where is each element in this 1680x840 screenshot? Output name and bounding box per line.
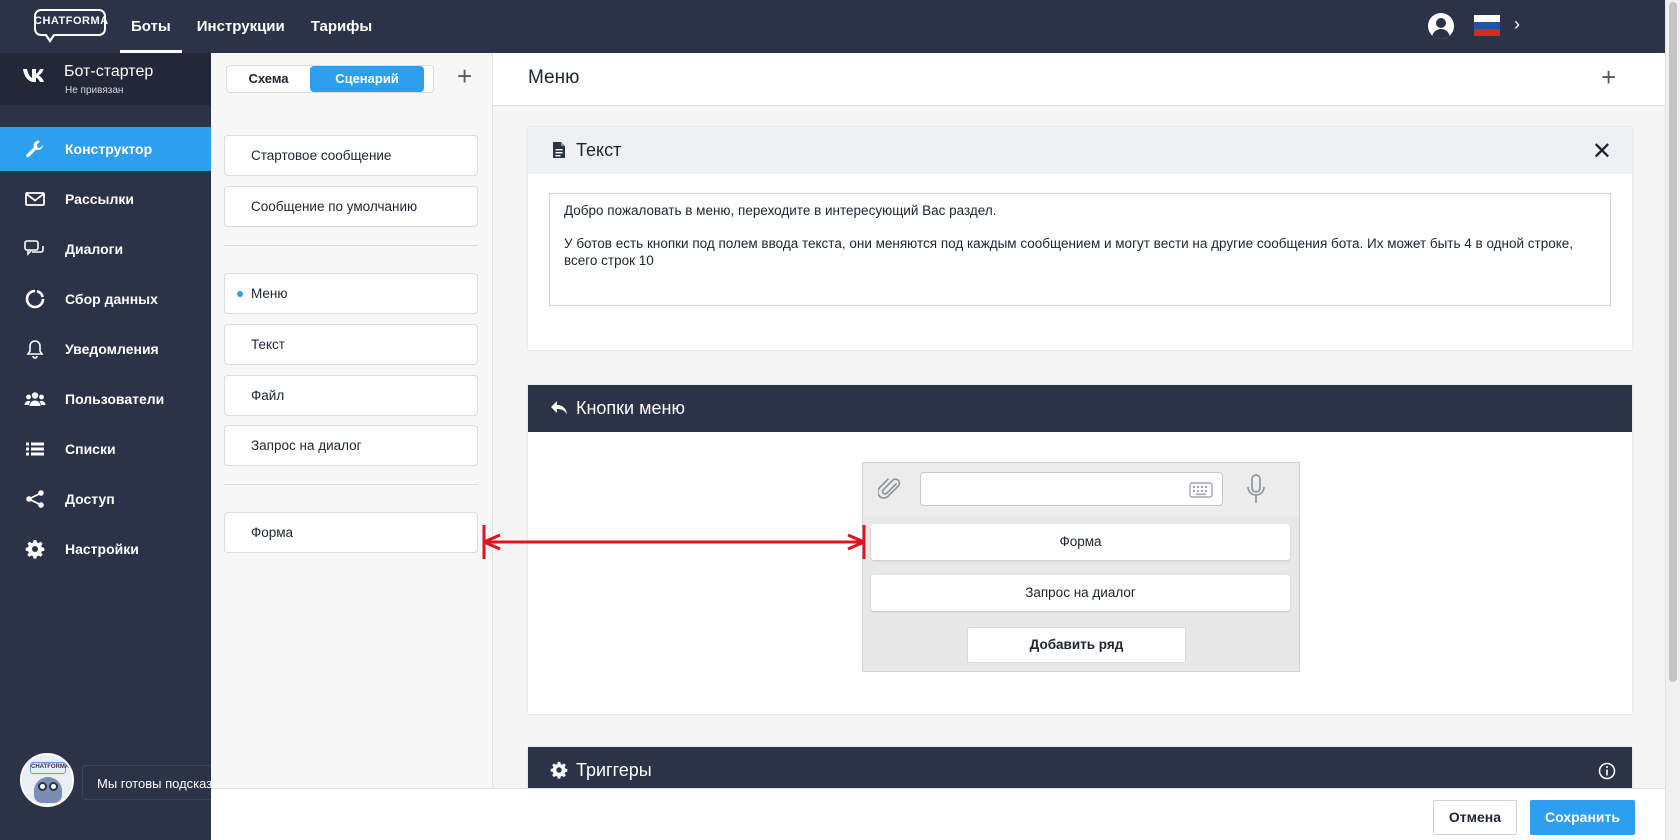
page-title: Меню [528,67,580,88]
message-line-1: Добро пожаловать в меню, переходите в ин… [564,203,997,218]
chatforma-logo[interactable]: CHATFORMA [34,9,109,46]
divider [224,245,478,246]
sidebar-item-label: Пользователи [65,391,165,407]
view-switcher: Схема Сценарий [226,65,434,93]
sidebar-item-label: Диалоги [65,241,124,257]
envelope-icon [24,188,46,210]
info-icon[interactable] [1598,762,1616,780]
owl-avatar[interactable]: CHATFORMA [20,753,74,807]
nav-instructions[interactable]: Инструкции [186,0,296,53]
microphone-icon[interactable] [1245,474,1267,506]
triggers-card-title: Триггеры [576,760,652,780]
sidebar-item-mailings[interactable]: Рассылки [0,177,211,221]
text-card-title: Текст [576,140,622,160]
chat-bubbles-icon [24,238,46,260]
sidebar-item-label: Списки [65,441,116,457]
logo-text: CHATFORMA [34,15,109,27]
top-nav: Боты Инструкции Тарифы [120,0,387,53]
scenario-panel: Схема Сценарий + Стартовое сообщение Соо… [211,53,493,840]
list-item[interactable]: Запрос на диалог [224,425,478,466]
close-icon[interactable]: ✕ [1592,137,1612,165]
side-menu: Конструктор Рассылки Диалоги Сбор данных… [0,127,211,577]
main-panel: Меню + Текст ✕ Добро пожаловать в меню, … [493,53,1665,788]
sidebar-item-label: Конструктор [65,141,153,157]
paperclip-icon [878,478,901,499]
sidebar-item-label: Сбор данных [65,291,158,307]
add-row-button[interactable]: Добавить ряд [967,627,1186,663]
text-card: Текст ✕ Добро пожаловать в меню, переход… [528,127,1632,350]
bell-icon [24,338,46,360]
document-icon [553,142,565,158]
add-message-button[interactable]: + [457,63,472,89]
bot-status: Не привязан [65,85,124,96]
top-bar: CHATFORMA Боты Инструкции Тарифы › [0,0,1665,53]
bot-header[interactable]: Бот-стартер Не привязан [0,53,211,105]
divider [224,484,478,485]
list-item[interactable]: Файл [224,375,478,416]
users-icon [24,388,46,410]
selected-dot [237,291,243,297]
share-icon [24,488,46,510]
list-item[interactable]: Сообщение по умолчанию [224,186,478,227]
menu-buttons-card-header: Кнопки меню [528,385,1632,432]
sidebar-item-data-collection[interactable]: Сбор данных [0,277,211,321]
list-item[interactable]: Форма [224,512,478,553]
keyboard-input-row [863,463,1299,516]
sidebar-item-users[interactable]: Пользователи [0,377,211,421]
reply-icon [551,401,567,415]
circle-chart-icon [24,288,46,310]
keyboard-text-input[interactable] [920,472,1223,506]
text-card-header: Текст ✕ [528,127,1632,174]
cancel-button[interactable]: Отмена [1433,800,1517,835]
list-item-label: Меню [251,286,288,301]
sidebar-item-lists[interactable]: Списки [0,427,211,471]
list-icon [24,438,46,460]
annotation-arrow [482,525,866,559]
message-line-2: У ботов есть кнопки под полем ввода текс… [564,236,1574,268]
tab-scenario[interactable]: Сценарий [310,66,424,92]
sidebar-item-label: Рассылки [65,191,134,207]
sidebar-item-label: Доступ [65,491,115,507]
triggers-card-header: Триггеры [528,747,1632,788]
main-header: Меню + [493,53,1665,106]
keyboard-preview: Форма Запрос на диалог Добавить ряд [862,462,1300,672]
scrollbar-thumb[interactable] [1669,2,1677,682]
keyboard-button-dialog-request[interactable]: Запрос на диалог [871,575,1290,611]
user-account-icon[interactable] [1428,13,1454,39]
sidebar-item-access[interactable]: Доступ [0,477,211,521]
sidebar-item-label: Настройки [65,541,139,557]
save-button[interactable]: Сохранить [1530,800,1635,835]
chevron-right-icon[interactable]: › [1514,14,1520,35]
tab-scheme[interactable]: Схема [227,66,310,92]
sidebar-item-constructor[interactable]: Конструктор [0,127,211,171]
vk-icon [22,67,44,88]
list-item[interactable]: Текст [224,324,478,365]
sidebar-item-settings[interactable]: Настройки [0,527,211,571]
list-item[interactable]: Стартовое сообщение [224,135,478,176]
scrollbar[interactable] [1665,0,1680,840]
add-block-button[interactable]: + [1601,64,1616,90]
message-textarea[interactable]: Добро пожаловать в меню, переходите в ин… [549,193,1611,306]
bot-name: Бот-стартер [64,63,154,80]
sidebar-item-label: Уведомления [65,341,159,357]
sidebar: Бот-стартер Не привязан Конструктор Расс… [0,53,249,840]
avatar-badge: CHATFORMA [30,762,69,774]
bottom-action-bar: Отмена Сохранить [211,788,1665,840]
menu-buttons-card-title: Кнопки меню [576,398,685,418]
keyboard-icon[interactable] [1189,482,1213,498]
wrench-icon [24,138,46,160]
russian-flag-icon[interactable] [1474,15,1500,36]
nav-tariffs[interactable]: Тарифы [300,0,383,53]
list-item-selected[interactable]: Меню [224,273,478,314]
keyboard-button-form[interactable]: Форма [871,524,1290,560]
gear-icon [550,761,568,779]
sidebar-item-notifications[interactable]: Уведомления [0,327,211,371]
sidebar-item-dialogs[interactable]: Диалоги [0,227,211,271]
triggers-card: Триггеры [528,747,1632,788]
gear-icon [24,538,46,560]
nav-bots[interactable]: Боты [120,0,182,53]
